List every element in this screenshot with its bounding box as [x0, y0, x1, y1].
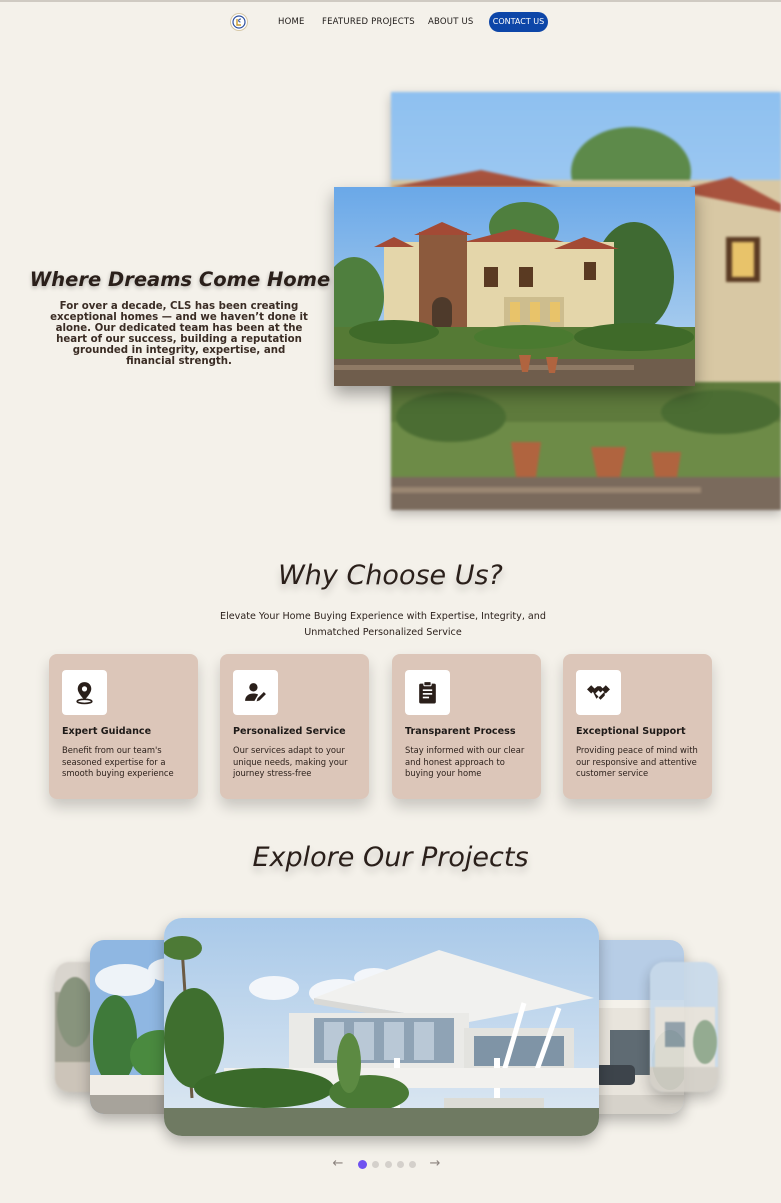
arrow-right-icon[interactable]: → [428, 1157, 442, 1171]
project-slide-active[interactable] [164, 918, 599, 1136]
hero-main-image [334, 187, 695, 386]
carousel-dot-5[interactable] [409, 1161, 416, 1168]
card-description: Stay informed with our clear and honest … [405, 745, 525, 778]
card-description: Providing peace of mind with our respons… [576, 745, 698, 778]
logo[interactable] [230, 13, 248, 31]
card-description: Our services adapt to your unique needs,… [233, 745, 348, 778]
arrow-left-icon[interactable]: ← [331, 1157, 345, 1171]
person-edit-icon [233, 670, 278, 715]
carousel-dot-2[interactable] [372, 1161, 379, 1168]
carousel-dot-1[interactable] [358, 1160, 367, 1169]
contact-us-button[interactable]: CONTACT US [489, 12, 548, 32]
clipboard-icon [405, 670, 450, 715]
top-border [0, 0, 781, 2]
hero-title: Where Dreams Come Home [29, 268, 331, 291]
card-title: Exceptional Support [576, 726, 686, 737]
card-title: Personalized Service [233, 726, 346, 737]
feature-card-expert-guidance: Expert Guidance Benefit from our team's … [49, 654, 198, 799]
handshake-icon [576, 670, 621, 715]
carousel-dot-4[interactable] [397, 1161, 404, 1168]
feature-card-personalized-service: Personalized Service Our services adapt … [220, 654, 369, 799]
feature-card-transparent-process: Transparent Process Stay informed with o… [392, 654, 541, 799]
nav-about-us[interactable]: ABOUT US [428, 17, 474, 27]
nav-home[interactable]: HOME [278, 17, 305, 27]
top-nav: HOME FEATURED PROJECTS ABOUT US CONTACT … [0, 11, 781, 33]
card-title: Transparent Process [405, 726, 516, 737]
project-slide-far-right[interactable] [650, 962, 718, 1092]
hero-description: For over a decade, CLS has been creating… [50, 301, 308, 367]
card-title: Expert Guidance [62, 726, 152, 737]
card-description: Benefit from our team's seasoned experti… [62, 745, 174, 778]
explore-projects-title: Explore Our Projects [252, 842, 529, 873]
carousel-controls: ← → [0, 1157, 781, 1171]
why-choose-us-title: Why Choose Us? [278, 560, 503, 591]
carousel-dot-3[interactable] [385, 1161, 392, 1168]
why-choose-us-subtitle: Elevate Your Home Buying Experience with… [220, 611, 546, 638]
feature-card-exceptional-support: Exceptional Support Providing peace of m… [563, 654, 712, 799]
location-pin-icon [62, 670, 107, 715]
nav-featured-projects[interactable]: FEATURED PROJECTS [322, 17, 415, 27]
